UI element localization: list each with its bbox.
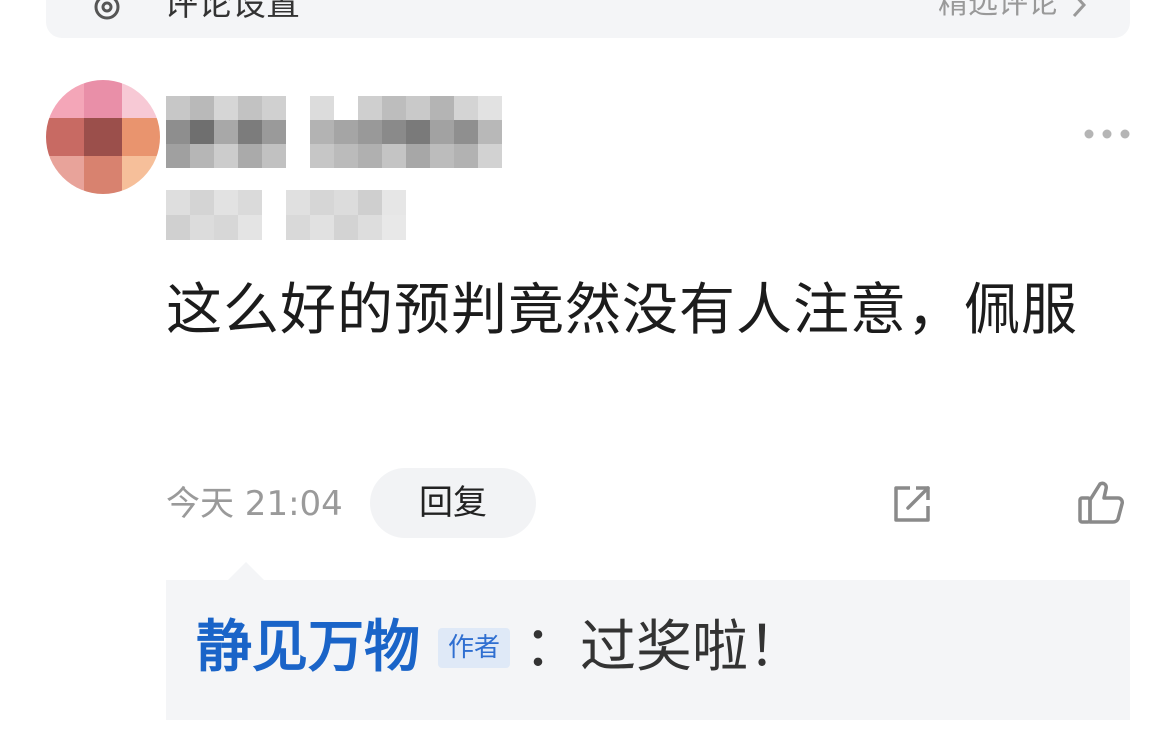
reply-author-name[interactable]: 静见万物 (196, 608, 420, 688)
comment-screen: 评论设置 精选评论 这么好的预判竟然没有人注意，佩服 今天 21:04 回复 静… (0, 0, 1176, 744)
avatar[interactable] (46, 80, 160, 194)
chevron-right-icon (1072, 0, 1087, 18)
reply-button[interactable]: 回复 (370, 468, 536, 538)
comment-time: 今天 21:04 (166, 484, 343, 524)
reply-text: ：过奖啦！ (524, 615, 805, 680)
comment-text: 这么好的预判竟然没有人注意，佩服 (166, 278, 1078, 343)
thumbs-up-icon[interactable] (1076, 478, 1126, 528)
featured-comments-label: 精选评论 (938, 0, 1058, 21)
blurred-user-meta (166, 190, 410, 240)
reply-box-pointer (226, 562, 266, 582)
comment-settings-label: 评论设置 (164, 0, 300, 24)
comment-settings-bar[interactable]: 评论设置 精选评论 (46, 0, 1130, 38)
blurred-username (166, 96, 504, 168)
author-badge: 作者 (438, 628, 511, 668)
share-icon[interactable] (888, 480, 936, 528)
gear-icon (94, 0, 120, 20)
more-icon[interactable] (1082, 124, 1132, 144)
author-reply: 静见万物 作者 ：过奖啦！ (196, 608, 804, 688)
